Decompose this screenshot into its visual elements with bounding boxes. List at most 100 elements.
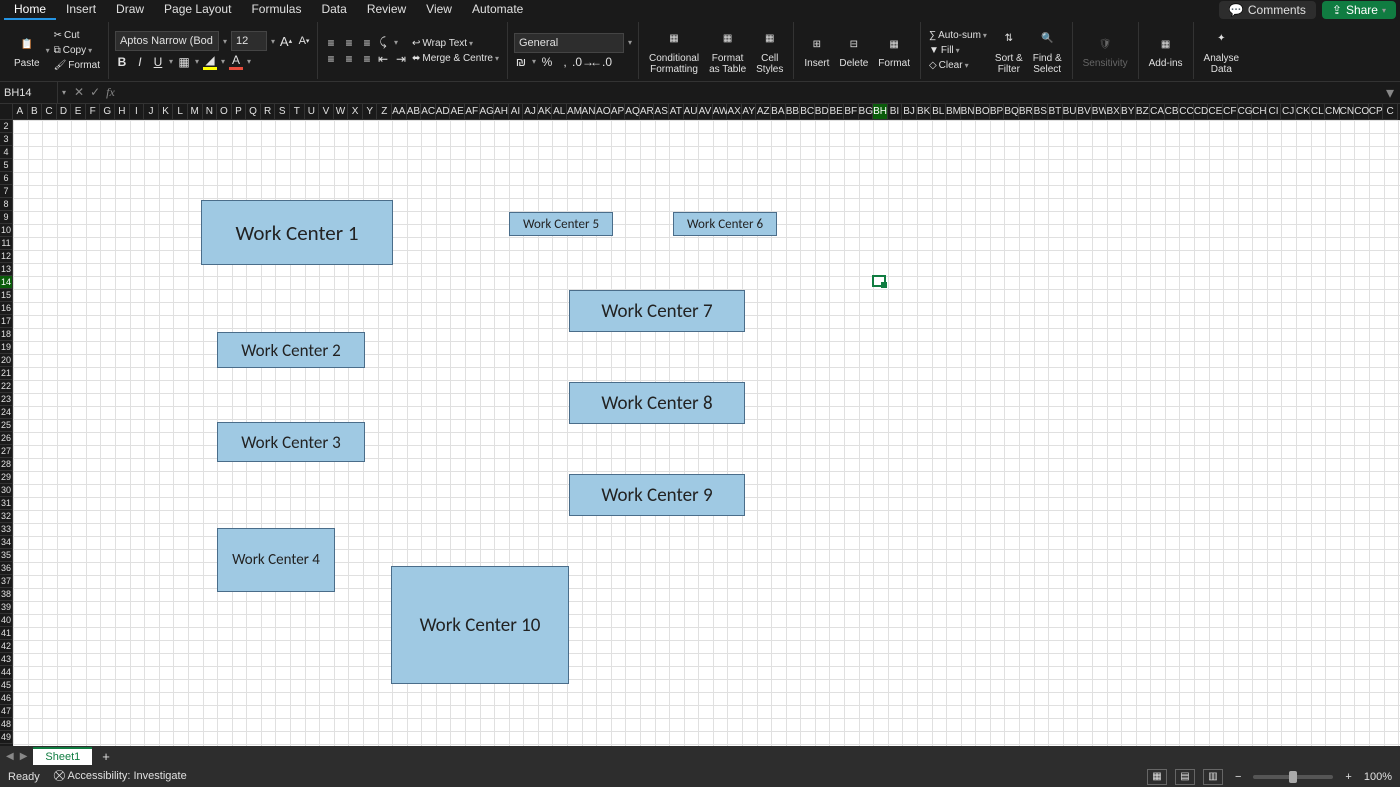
normal-view-button[interactable]: ▦ [1147, 769, 1167, 785]
align-middle-button[interactable]: ≡ [342, 36, 356, 50]
column-header[interactable]: R [261, 104, 276, 120]
column-header[interactable]: S [275, 104, 290, 120]
column-header[interactable]: AQ [625, 104, 640, 120]
column-header[interactable]: AM [567, 104, 582, 120]
row-header[interactable]: 33 [0, 523, 13, 536]
clear-button[interactable]: ◇Clear▾ [927, 59, 971, 72]
increase-font-icon[interactable]: A▴ [279, 34, 293, 48]
column-header[interactable]: CL [1310, 104, 1325, 120]
format-cells-button[interactable]: ▦Format [874, 30, 914, 71]
column-header[interactable]: K [159, 104, 174, 120]
menu-item-page-layout[interactable]: Page Layout [154, 0, 241, 20]
column-header[interactable]: G [100, 104, 115, 120]
column-header[interactable]: CF [1223, 104, 1238, 120]
menu-item-insert[interactable]: Insert [56, 0, 106, 20]
column-header[interactable]: CC [1179, 104, 1194, 120]
column-header[interactable]: AB [407, 104, 422, 120]
menu-item-home[interactable]: Home [4, 0, 56, 20]
row-header[interactable]: 45 [0, 679, 13, 692]
sheet-tab[interactable]: Sheet1 [33, 747, 92, 765]
row-header[interactable]: 20 [0, 354, 13, 367]
column-header[interactable]: BW [1092, 104, 1107, 120]
row-header[interactable]: 14 [0, 276, 13, 289]
column-header[interactable]: CI [1267, 104, 1282, 120]
zoom-slider-thumb[interactable] [1289, 771, 1297, 783]
column-header[interactable]: BO [975, 104, 990, 120]
row-header[interactable]: 24 [0, 406, 13, 419]
row-header[interactable]: 26 [0, 432, 13, 445]
chevron-down-icon[interactable]: ▾ [394, 38, 398, 47]
column-header[interactable]: AY [742, 104, 757, 120]
chevron-down-icon[interactable]: ▾ [532, 57, 536, 66]
enter-formula-button[interactable]: ✓ [90, 85, 100, 100]
menu-item-data[interactable]: Data [311, 0, 356, 20]
align-center-button[interactable]: ≡ [342, 52, 356, 66]
row-header[interactable]: 44 [0, 666, 13, 679]
column-header[interactable]: AS [654, 104, 669, 120]
column-header[interactable]: BG [859, 104, 874, 120]
fx-button[interactable]: fx [106, 85, 115, 100]
delete-cells-button[interactable]: ⊟Delete [835, 30, 872, 71]
align-left-button[interactable]: ≡ [324, 52, 338, 66]
column-header[interactable]: M [188, 104, 203, 120]
add-sheet-button[interactable]: + [92, 749, 120, 764]
column-header[interactable]: BX [1106, 104, 1121, 120]
column-header[interactable]: V [319, 104, 334, 120]
column-header[interactable]: BK [917, 104, 932, 120]
column-header[interactable]: CG [1238, 104, 1253, 120]
column-header[interactable]: CN [1340, 104, 1355, 120]
column-header[interactable]: CK [1296, 104, 1311, 120]
paste-button[interactable]: 📋 Paste [10, 30, 44, 71]
comma-button[interactable]: , [558, 55, 572, 69]
row-header[interactable]: 39 [0, 601, 13, 614]
wrap-text-button[interactable]: ↩Wrap Text▾ [410, 37, 475, 50]
column-header[interactable]: H [115, 104, 130, 120]
row-header[interactable]: 34 [0, 536, 13, 549]
decrease-font-icon[interactable]: A▾ [297, 34, 311, 48]
column-header[interactable]: CA [1150, 104, 1165, 120]
column-header[interactable]: BJ [902, 104, 917, 120]
align-bottom-button[interactable]: ≡ [360, 36, 374, 50]
fill-button[interactable]: ▼Fill▾ [927, 44, 962, 57]
row-header[interactable]: 4 [0, 146, 13, 159]
insert-cells-button[interactable]: ⊞Insert [800, 30, 833, 71]
shape-work-center[interactable]: Work Center 8 [569, 382, 745, 424]
row-header[interactable]: 9 [0, 211, 13, 224]
row-header[interactable]: 19 [0, 341, 13, 354]
column-header[interactable]: AU [684, 104, 699, 120]
shape-work-center[interactable]: Work Center 4 [217, 528, 335, 592]
column-header[interactable]: BY [1121, 104, 1136, 120]
row-header[interactable]: 22 [0, 380, 13, 393]
column-header[interactable]: AN [582, 104, 597, 120]
column-header[interactable]: P [232, 104, 247, 120]
column-header[interactable]: AL [552, 104, 567, 120]
column-header[interactable]: AF [465, 104, 480, 120]
page-layout-view-button[interactable]: ▤ [1175, 769, 1195, 785]
autosum-button[interactable]: ∑Auto-sum▾ [927, 29, 989, 42]
chevron-down-icon[interactable]: ▾ [46, 46, 50, 55]
row-header[interactable]: 3 [0, 133, 13, 146]
italic-button[interactable]: I [133, 55, 147, 69]
row-header[interactable]: 27 [0, 445, 13, 458]
column-header[interactable]: B [28, 104, 43, 120]
column-header[interactable]: AE [450, 104, 465, 120]
formula-input[interactable] [119, 82, 1380, 103]
column-header[interactable]: BQ [1004, 104, 1019, 120]
active-cell[interactable] [872, 275, 886, 287]
chevron-down-icon[interactable]: ▾ [271, 37, 275, 46]
row-header[interactable]: 32 [0, 510, 13, 523]
zoom-slider[interactable] [1253, 775, 1333, 779]
bold-button[interactable]: B [115, 55, 129, 69]
column-header[interactable]: D [57, 104, 72, 120]
cancel-formula-button[interactable]: ✕ [74, 85, 84, 100]
row-header[interactable]: 18 [0, 328, 13, 341]
column-header[interactable]: Y [363, 104, 378, 120]
chevron-down-icon[interactable]: ▾ [169, 57, 173, 66]
column-header[interactable]: AA [392, 104, 407, 120]
find-select-button[interactable]: 🔍Find & Select [1029, 25, 1066, 77]
row-header[interactable]: 25 [0, 419, 13, 432]
shape-work-center[interactable]: Work Center 5 [509, 212, 613, 236]
row-header[interactable]: 37 [0, 575, 13, 588]
column-header[interactable]: BE [829, 104, 844, 120]
align-top-button[interactable]: ≡ [324, 36, 338, 50]
